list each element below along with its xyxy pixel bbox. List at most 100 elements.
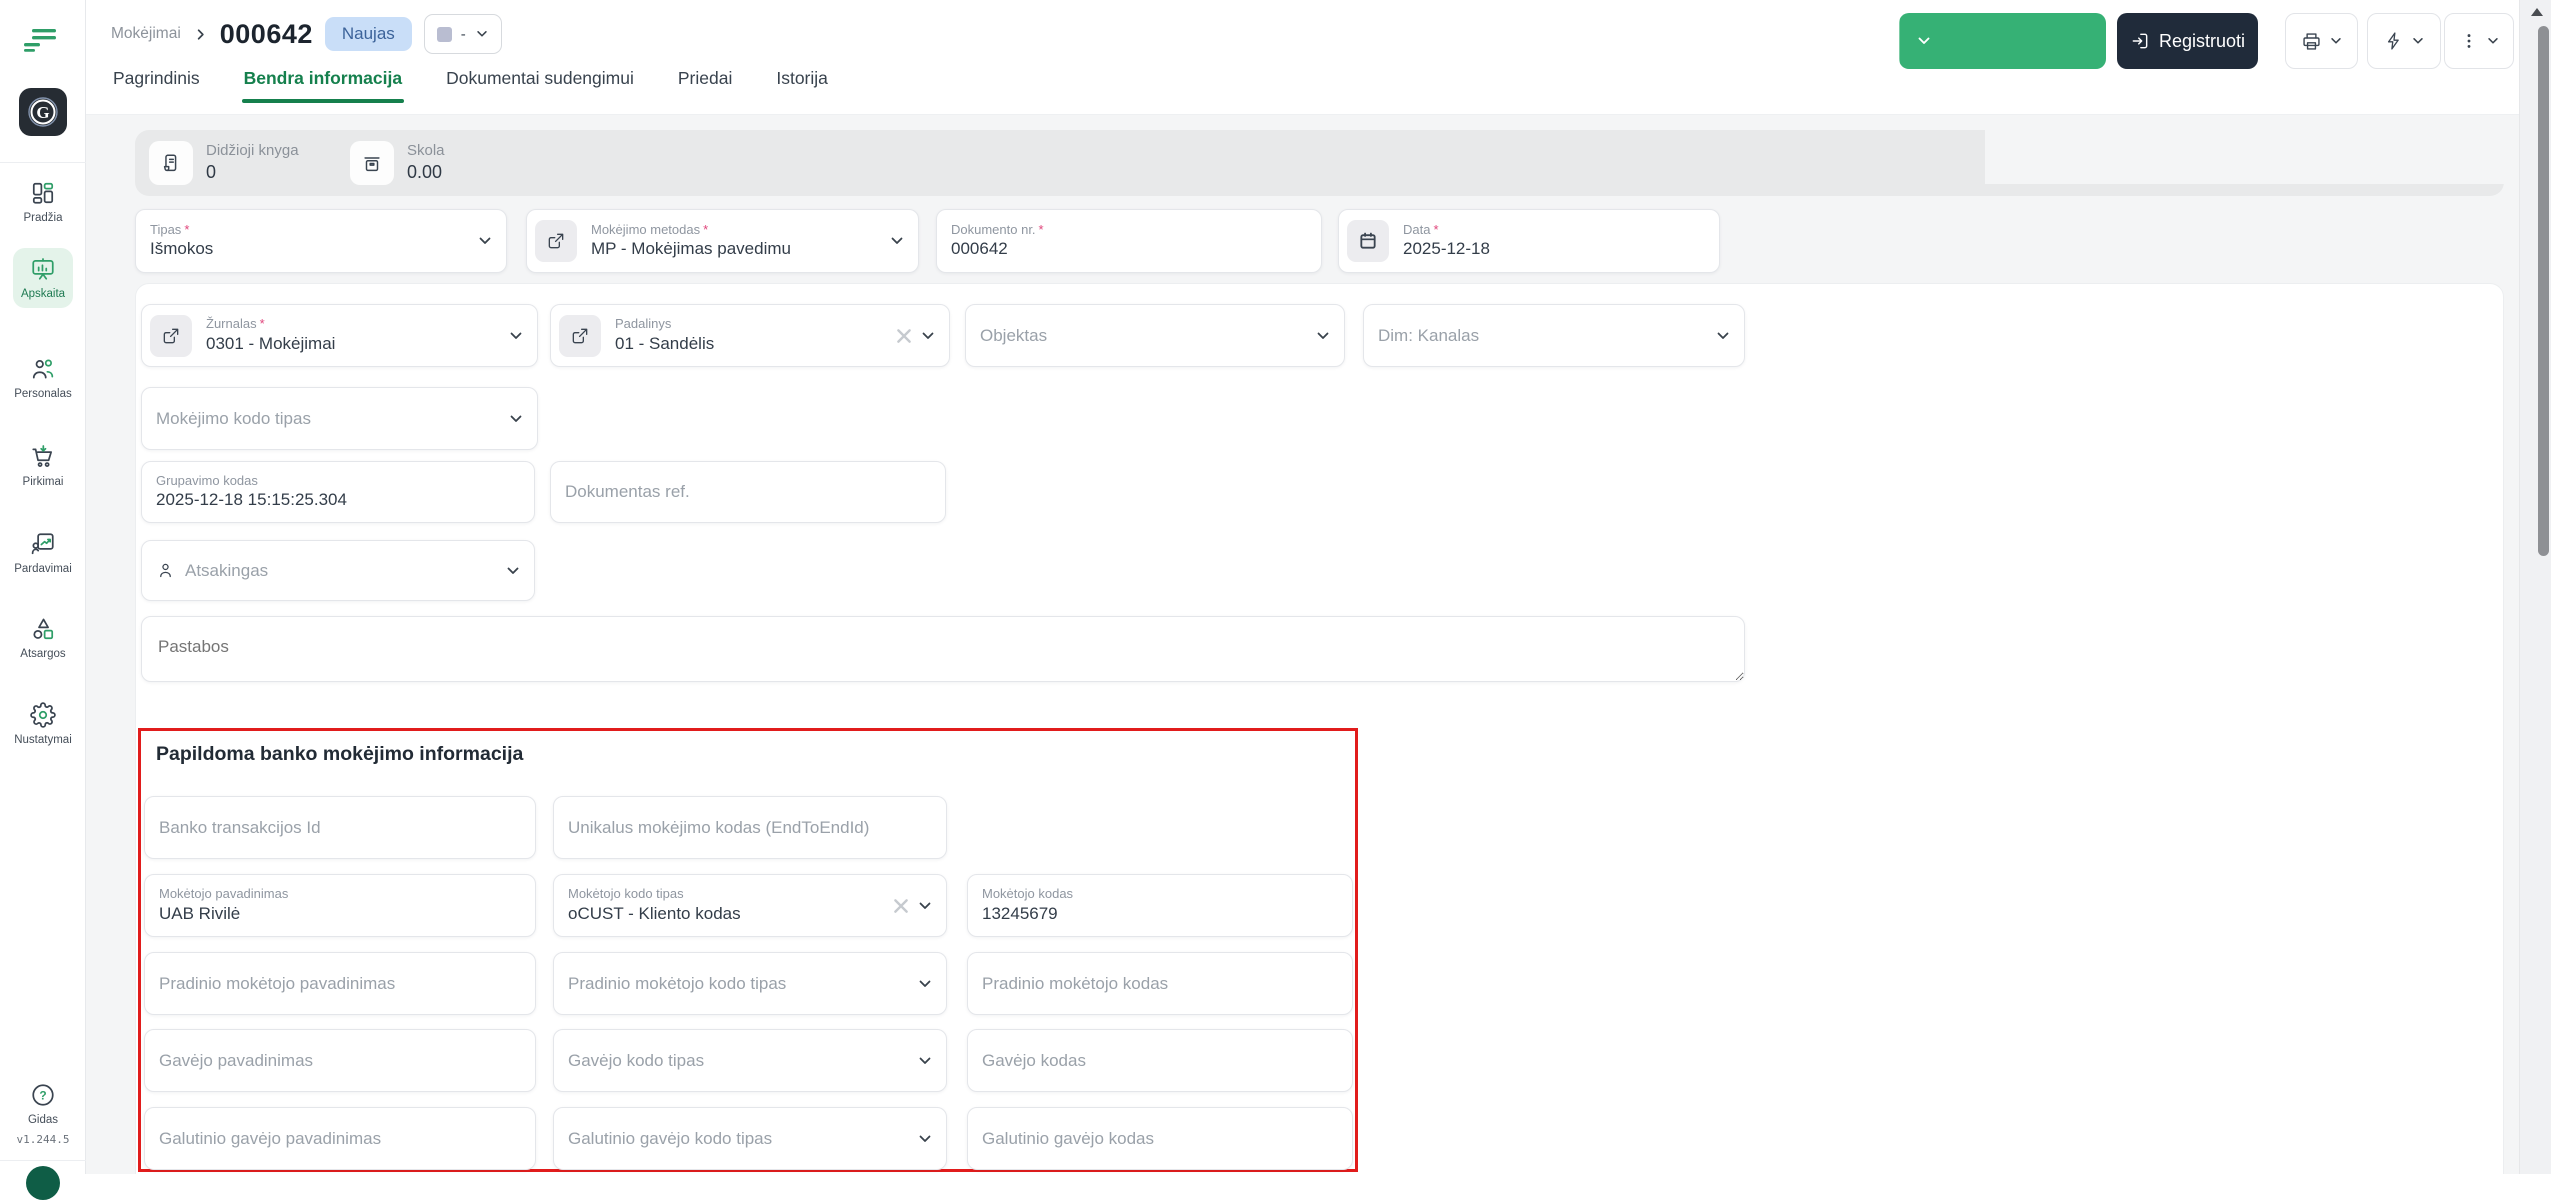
- gavejo-kodo-tipas-input[interactable]: [568, 1051, 903, 1071]
- data-input[interactable]: [1403, 239, 1705, 259]
- mokejimo-metodas-input[interactable]: [591, 239, 875, 259]
- print-button[interactable]: [2285, 13, 2358, 69]
- padalinys-field[interactable]: Padalinys: [550, 304, 950, 367]
- atsakingas-input[interactable]: [185, 561, 491, 581]
- pradinio-pavadinimas-input[interactable]: [159, 974, 521, 994]
- gavejo-pavadinimas-input[interactable]: [159, 1051, 521, 1071]
- moketojo-pavadinimas-field[interactable]: Mokėtojo pavadinimas: [144, 874, 536, 937]
- galutinio-kodas-input[interactable]: [982, 1129, 1338, 1149]
- tipas-field[interactable]: Tipas: [135, 209, 507, 273]
- grupavimo-kodas-input[interactable]: [156, 490, 520, 510]
- ledger-label: Didžioji knyga: [206, 142, 299, 161]
- save-button[interactable]: Išsaugoti: [1899, 13, 2106, 69]
- unikalus-kodas-field[interactable]: [553, 796, 947, 859]
- sidebar-item-pirkimai[interactable]: Pirkimai: [13, 436, 73, 496]
- mokejimo-kodo-tipas-field[interactable]: [141, 387, 538, 450]
- sidebar-item-pradzia[interactable]: Pradžia: [13, 172, 73, 232]
- sidebar-item-pardavimai[interactable]: Pardavimai: [13, 523, 73, 583]
- mokejimo-kodo-tipas-input[interactable]: [156, 409, 494, 429]
- gavejo-kodo-tipas-field[interactable]: [553, 1029, 947, 1092]
- hamburger-menu-icon: [20, 26, 60, 56]
- tab-pagrindinis[interactable]: Pagrindinis: [111, 62, 202, 103]
- breadcrumb-parent-link[interactable]: Mokėjimai: [111, 25, 181, 43]
- galutinio-pavadinimas-field[interactable]: [144, 1107, 536, 1170]
- gavejo-kodas-input[interactable]: [982, 1051, 1338, 1071]
- atsakingas-field[interactable]: [141, 540, 535, 601]
- unikalus-kodas-input[interactable]: [568, 818, 932, 838]
- calendar-icon[interactable]: [1347, 220, 1389, 262]
- chat-bubble-button[interactable]: [26, 1166, 60, 1200]
- gavejo-kodas-field[interactable]: [967, 1029, 1353, 1092]
- sidebar-item-personalas[interactable]: Personalas: [13, 348, 73, 408]
- lightning-bolt-icon: [2384, 31, 2404, 51]
- external-link-icon[interactable]: [150, 315, 192, 357]
- gavejo-pavadinimas-field[interactable]: [144, 1029, 536, 1092]
- chevron-down-icon: [920, 328, 936, 344]
- sidebar-item-label: Pradžia: [24, 212, 63, 224]
- objektas-input[interactable]: [980, 326, 1301, 346]
- banko-transakcijos-id-field[interactable]: [144, 796, 536, 859]
- moketojo-kodo-tipas-field[interactable]: Mokėtojo kodo tipas: [553, 874, 947, 937]
- sidebar-item-label: Pirkimai: [23, 476, 64, 488]
- galutinio-kodo-tipas-field[interactable]: [553, 1107, 947, 1170]
- galutinio-kodo-tipas-input[interactable]: [568, 1129, 903, 1149]
- grupavimo-kodas-field[interactable]: Grupavimo kodas: [141, 461, 535, 523]
- pradinio-kodo-tipas-field[interactable]: [553, 952, 947, 1015]
- moketojo-kodas-field[interactable]: Mokėtojo kodas: [967, 874, 1353, 937]
- pradinio-kodo-tipas-input[interactable]: [568, 974, 903, 994]
- tab-dokumentai-sudengimui[interactable]: Dokumentai sudengimui: [444, 62, 636, 103]
- pradinio-kodas-input[interactable]: [982, 974, 1338, 994]
- sidebar-item-label: Personalas: [14, 388, 72, 400]
- required-marker: [703, 223, 708, 238]
- dokumento-nr-input[interactable]: [951, 239, 1307, 259]
- register-button[interactable]: Registruoti: [2117, 13, 2258, 69]
- dim-kanalas-field[interactable]: [1363, 304, 1745, 367]
- objektas-field[interactable]: [965, 304, 1345, 367]
- clear-icon[interactable]: [897, 329, 911, 343]
- chevron-down-icon: [1715, 328, 1731, 344]
- tab-bendra-informacija[interactable]: Bendra informacija: [242, 62, 405, 103]
- app-logo[interactable]: G: [19, 88, 67, 136]
- status-badge: Naujas: [325, 17, 412, 51]
- moketojo-kodas-input[interactable]: [982, 904, 1338, 924]
- galutinio-pavadinimas-input[interactable]: [159, 1129, 521, 1149]
- banko-transakcijos-id-input[interactable]: [159, 818, 521, 838]
- save-options-dropdown[interactable]: [1900, 13, 1948, 69]
- color-select[interactable]: -: [424, 14, 502, 54]
- scroll-up-arrow[interactable]: [2531, 8, 2543, 16]
- dokumento-nr-field[interactable]: Dokumento nr.: [936, 209, 1322, 273]
- mokejimo-metodas-field[interactable]: Mokėjimo metodas: [526, 209, 919, 273]
- dim-kanalas-input[interactable]: [1378, 326, 1701, 346]
- pastabos-textarea[interactable]: [141, 616, 1745, 682]
- sidebar-item-apskaita[interactable]: Apskaita: [13, 248, 73, 308]
- scrollbar-thumb[interactable]: [2538, 26, 2549, 556]
- tab-istorija[interactable]: Istorija: [774, 62, 830, 103]
- clear-icon[interactable]: [894, 899, 908, 913]
- pradinio-pavadinimas-field[interactable]: [144, 952, 536, 1015]
- more-actions-button[interactable]: [2444, 13, 2514, 69]
- external-link-icon[interactable]: [535, 220, 577, 262]
- moketojo-kodo-tipas-input[interactable]: [568, 904, 880, 924]
- chevron-down-icon: [508, 411, 524, 427]
- menu-toggle-button[interactable]: [20, 26, 66, 60]
- debt-label: Skola: [407, 142, 445, 161]
- dokumentas-ref-input[interactable]: [565, 482, 931, 502]
- quick-actions-button[interactable]: [2367, 13, 2441, 69]
- external-link-icon[interactable]: [559, 315, 601, 357]
- galutinio-kodas-field[interactable]: [967, 1107, 1353, 1170]
- cart-icon: [30, 444, 56, 470]
- tab-priedai[interactable]: Priedai: [676, 62, 734, 103]
- pradinio-kodas-field[interactable]: [967, 952, 1353, 1015]
- sidebar-item-gidas[interactable]: ? Gidas: [13, 1074, 73, 1134]
- sidebar-item-atsargos[interactable]: Atsargos: [13, 608, 73, 668]
- moketojo-pavadinimas-input[interactable]: [159, 904, 521, 924]
- zurnalas-input[interactable]: [206, 334, 494, 354]
- data-field[interactable]: Data: [1338, 209, 1720, 273]
- required-marker: [1433, 223, 1438, 238]
- zurnalas-field[interactable]: Žurnalas: [141, 304, 538, 367]
- padalinys-input[interactable]: [615, 334, 883, 354]
- sidebar-item-nustatymai[interactable]: Nustatymai: [13, 694, 73, 754]
- chevron-down-icon: [2411, 34, 2425, 48]
- dokumentas-ref-field[interactable]: [550, 461, 946, 523]
- tipas-input[interactable]: [150, 239, 463, 259]
